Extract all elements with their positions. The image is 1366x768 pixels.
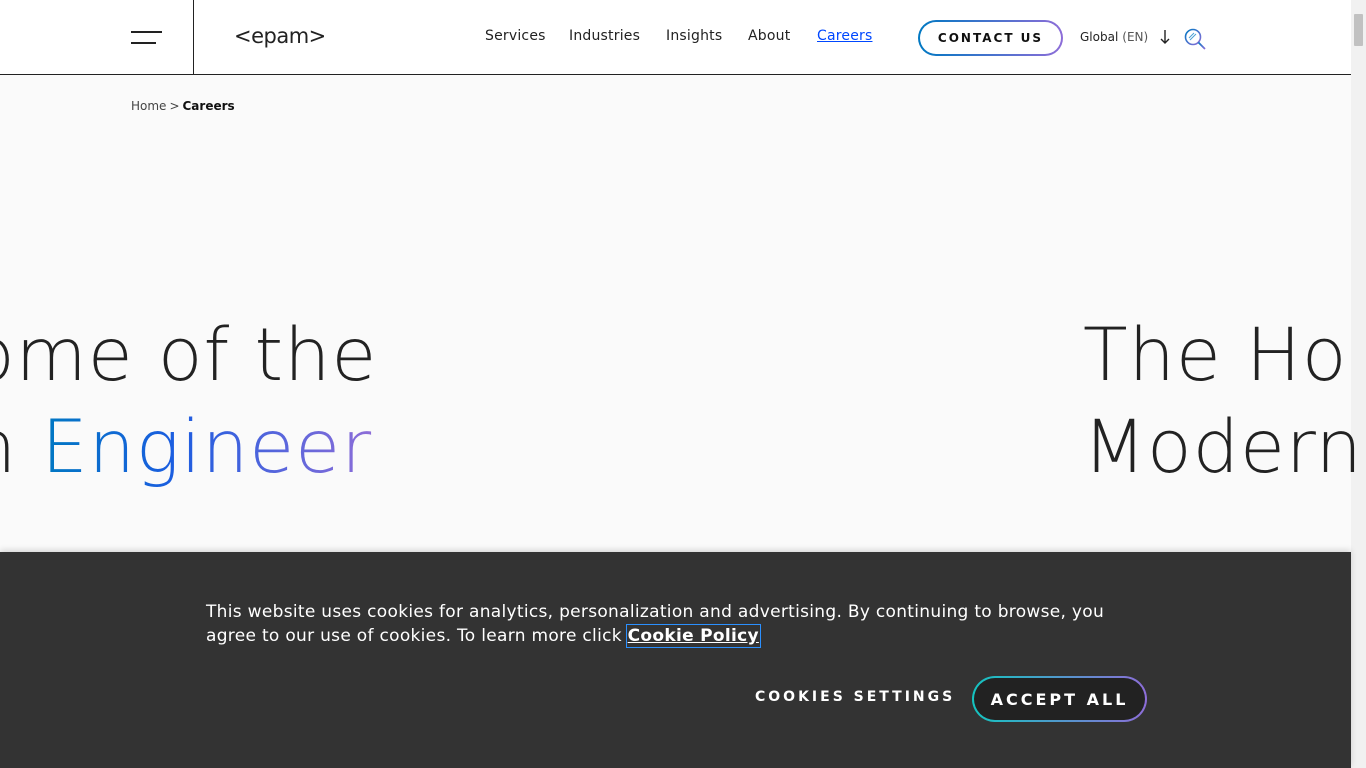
header-divider — [193, 0, 194, 75]
hero-highlight-word: Engineer — [41, 405, 373, 490]
search-icon[interactable] — [1183, 27, 1207, 51]
cookie-banner: This website uses cookies for analytics,… — [0, 552, 1351, 768]
nav-industries[interactable]: Industries — [569, 28, 640, 44]
cookie-policy-link[interactable]: Cookie Policy — [625, 624, 761, 648]
cookie-message: This website uses cookies for analytics,… — [206, 600, 1156, 648]
cookies-settings-button[interactable]: COOKIES SETTINGS — [755, 689, 955, 705]
breadcrumb-separator: > — [169, 99, 180, 113]
hero-slide-left: ome of the n Engineer — [0, 310, 377, 494]
nav-services[interactable]: Services — [485, 28, 546, 44]
language-selector[interactable]: Global (EN) — [1080, 30, 1170, 44]
menu-icon[interactable] — [131, 29, 163, 47]
site-header: <epam> Services Industries Insights Abou… — [0, 0, 1351, 75]
nav-insights[interactable]: Insights — [666, 28, 722, 44]
lang-label: Global — [1080, 30, 1119, 44]
hero-left-line1: ome of the — [0, 313, 378, 398]
breadcrumb-home[interactable]: Home — [131, 99, 166, 113]
scrollbar-thumb[interactable] — [1354, 14, 1363, 46]
hero-right-line1: The Ho — [1083, 313, 1348, 398]
hero-left-line2: n Engineer — [0, 402, 377, 494]
hero-slide-right: The Ho Modern — [1083, 310, 1363, 494]
breadcrumb: Home > Careers — [131, 99, 235, 113]
nav-careers[interactable]: Careers — [817, 28, 872, 44]
hero-left-line2-prefix: n — [0, 405, 17, 490]
hero-right-line2: Modern — [1083, 405, 1363, 490]
nav-about[interactable]: About — [748, 28, 790, 44]
contact-us-button[interactable]: CONTACT US — [918, 20, 1063, 56]
accept-all-button[interactable]: ACCEPT ALL — [972, 676, 1147, 722]
breadcrumb-current: Careers — [182, 99, 235, 113]
page: <epam> Services Industries Insights Abou… — [0, 0, 1366, 768]
arrow-down-icon — [1160, 30, 1170, 44]
lang-code: (EN) — [1122, 30, 1149, 44]
epam-logo[interactable]: <epam> — [234, 24, 326, 48]
